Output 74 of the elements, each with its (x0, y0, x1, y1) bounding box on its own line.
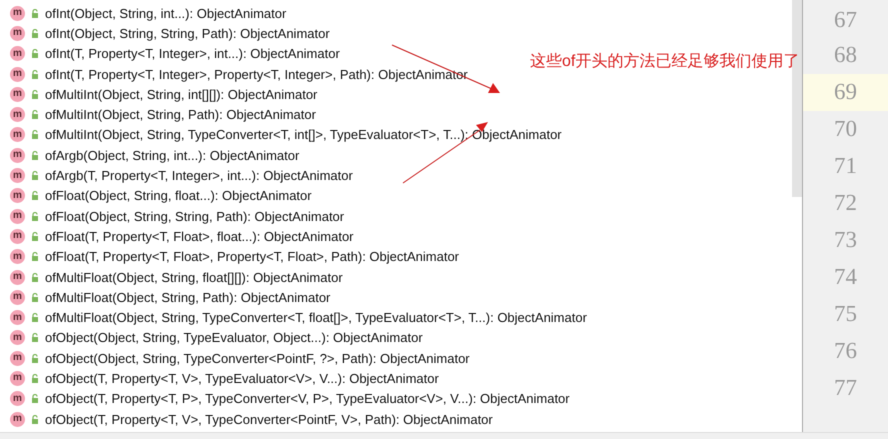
method-signature[interactable]: ofFloat(T, Property<T, Float>, Property<T, Float>, Path): ObjectAnimator (45, 250, 460, 264)
method-icon: m (10, 350, 25, 366)
line-number: 74 (833, 263, 858, 292)
method-icon: m (10, 26, 25, 41)
lock-icon (31, 292, 39, 302)
method-signature[interactable]: ofObject(T, Property<T, P>, TypeConverter<V, P>, TypeEvaluator<V>, V...): ObjectAnimator (45, 392, 570, 406)
line-number: 70 (833, 115, 858, 144)
method-signature[interactable]: ofArgb(T, Property<T, Integer>, int...): ObjectAnimator (45, 169, 353, 182)
method-signature[interactable]: ofFloat(T, Property<T, Float>, float...): ObjectAnimator (45, 230, 354, 243)
method-icon: m (10, 270, 25, 284)
method-icon: m (10, 228, 25, 244)
line-number: 71 (833, 152, 858, 180)
method-icon: m (10, 330, 25, 346)
method-signature[interactable]: ofMultiFloat(Object, String, Path): ObjectAnimator (45, 290, 330, 304)
lock-icon (31, 171, 39, 180)
line-number: 68 (833, 41, 858, 70)
lock-icon (31, 414, 39, 424)
line-number: 72 (833, 189, 858, 218)
line-number: 69 (803, 74, 888, 111)
lock-icon (31, 90, 39, 99)
method-signature[interactable]: ofArgb(Object, String, int...): ObjectAnimator (45, 148, 300, 162)
method-signature[interactable]: ofInt(Object, String, int...): ObjectAnimator (45, 6, 286, 20)
lock-icon (31, 130, 39, 140)
method-signature[interactable]: ofFloat(Object, String, String, Path): ObjectAnimator (45, 210, 344, 223)
method-icon: m (10, 208, 25, 224)
method-signature[interactable]: ofInt(Object, String, String, Path): ObjectAnimator (45, 26, 330, 40)
method-icon: m (10, 127, 25, 142)
line-number: 75 (833, 300, 858, 328)
method-icon: m (10, 168, 25, 184)
method-icon: m (10, 148, 25, 163)
method-signature[interactable]: ofInt(T, Property<T, Integer>, int...): ObjectAnimator (45, 47, 340, 60)
annotation-text: 这些of开头的方法已经足够我们使用了 (530, 52, 800, 72)
method-icon: m (10, 66, 25, 82)
method-signature[interactable]: ofFloat(Object, String, float...): ObjectAnimator (45, 189, 312, 202)
lock-icon (31, 8, 39, 18)
method-icon: m (10, 310, 25, 326)
method-signature[interactable]: ofMultiFloat(Object, String, TypeConverter<T, float[]>, TypeEvaluator<T>, T...): ObjectAnimator (45, 311, 587, 324)
lock-icon (31, 252, 39, 262)
lock-icon (31, 28, 39, 38)
lock-icon (31, 49, 39, 58)
method-icon: m (10, 370, 25, 386)
lock-icon (31, 272, 39, 282)
method-signature[interactable]: ofMultiFloat(Object, String, float[][]): ObjectAnimator (45, 270, 343, 284)
lock-icon (31, 191, 39, 200)
method-icon: m (10, 6, 25, 21)
lock-icon (31, 232, 39, 241)
lock-icon (31, 110, 39, 120)
line-number: 77 (833, 374, 858, 402)
method-icon: m (10, 86, 25, 102)
line-number: 67 (833, 6, 858, 34)
method-icon: m (10, 188, 25, 204)
lock-icon (31, 333, 39, 342)
method-icon: m (10, 412, 25, 427)
lock-icon (31, 313, 39, 322)
method-signature[interactable]: ofObject(T, Property<T, V>, TypeEvaluator<V>, V...): ObjectAnimator (45, 372, 439, 385)
lock-icon (31, 354, 39, 363)
lock-icon (31, 394, 39, 404)
lock-icon (31, 374, 39, 383)
method-signature[interactable]: ofMultiInt(Object, String, Path): ObjectAnimator (45, 108, 316, 122)
method-icon: m (10, 249, 25, 264)
method-icon: m (10, 46, 25, 62)
method-signature[interactable]: ofMultiInt(Object, String, int[][]): ObjectAnimator (45, 88, 318, 101)
method-signature[interactable]: ofObject(Object, String, TypeConverter<PointF, ?>, Path): ObjectAnimator (45, 352, 470, 365)
line-number: 73 (833, 226, 858, 254)
lock-icon (31, 212, 39, 221)
method-icon: m (10, 107, 25, 122)
method-signature[interactable]: ofObject(T, Property<T, V>, TypeConverter<PointF, V>, Path): ObjectAnimator (45, 412, 493, 426)
line-number: 76 (833, 337, 858, 366)
method-icon: m (10, 290, 25, 305)
method-icon: m (10, 391, 25, 406)
lock-icon (31, 150, 39, 160)
method-signature[interactable]: ofMultiInt(Object, String, TypeConverter<T, int[]>, TypeEvaluator<T>, T...): ObjectAnimator (45, 128, 562, 142)
method-signature[interactable]: ofObject(Object, String, TypeEvaluator, Object...): ObjectAnimator (45, 331, 423, 344)
lock-icon (31, 70, 39, 79)
